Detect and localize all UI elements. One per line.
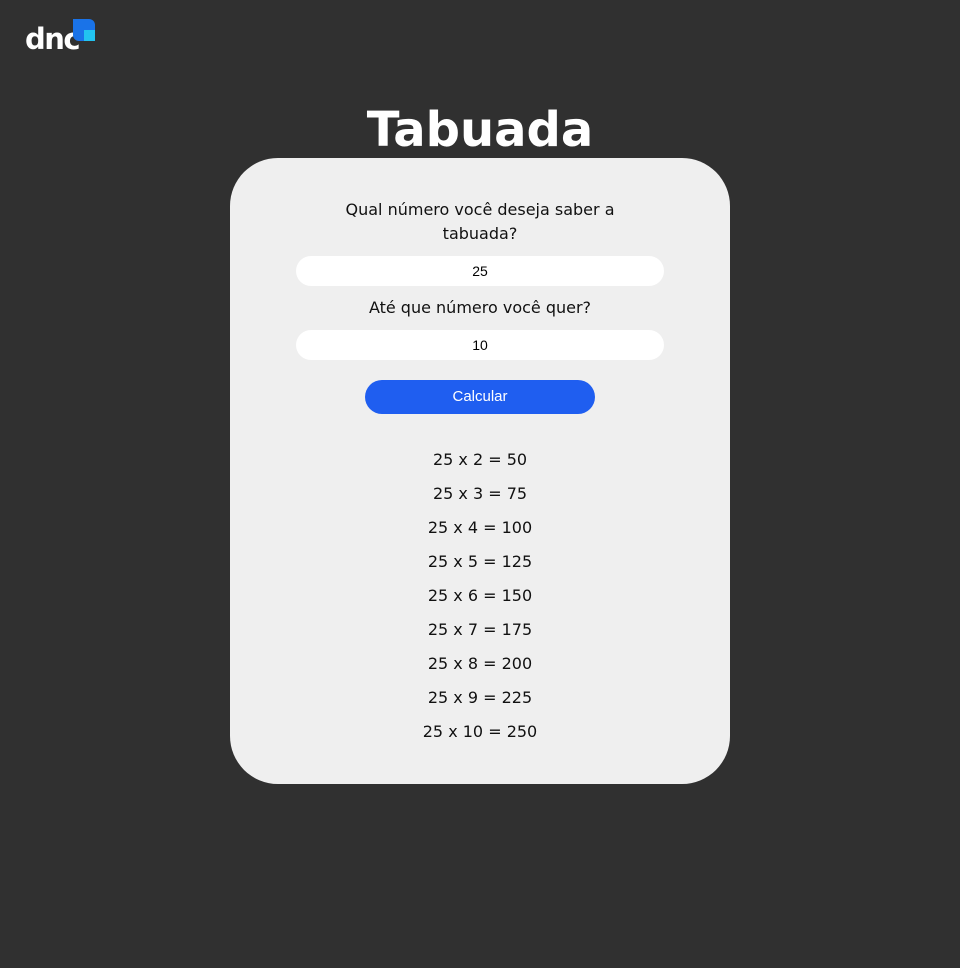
logo-wordmark: dnc: [25, 22, 81, 56]
page-title: Tabuada: [366, 102, 594, 158]
result-item: 25 x 7 = 175: [427, 620, 533, 639]
limit-input[interactable]: [296, 330, 664, 360]
result-item: 25 x 4 = 100: [427, 518, 533, 537]
number-input[interactable]: [296, 256, 664, 286]
calculate-button[interactable]: Calcular: [365, 380, 595, 414]
dnc-logo[interactable]: dnc: [25, 19, 97, 55]
result-item: 25 x 6 = 150: [427, 586, 533, 605]
tabuada-card: Qual número você deseja saber a tabuada?…: [230, 158, 730, 784]
result-item: 25 x 2 = 50: [432, 450, 528, 469]
result-item: 25 x 10 = 250: [422, 722, 538, 741]
results-list: 25 x 2 = 50 25 x 3 = 75 25 x 4 = 100 25 …: [230, 448, 730, 754]
result-item: 25 x 8 = 200: [427, 654, 533, 673]
logo-mark-icon: [73, 19, 95, 41]
result-item: 25 x 5 = 125: [427, 552, 533, 571]
result-item: 25 x 9 = 225: [427, 688, 533, 707]
number-label: Qual número você deseja saber a tabuada?: [345, 200, 615, 243]
limit-label: Até que número você quer?: [368, 298, 592, 317]
result-item: 25 x 3 = 75: [432, 484, 528, 503]
